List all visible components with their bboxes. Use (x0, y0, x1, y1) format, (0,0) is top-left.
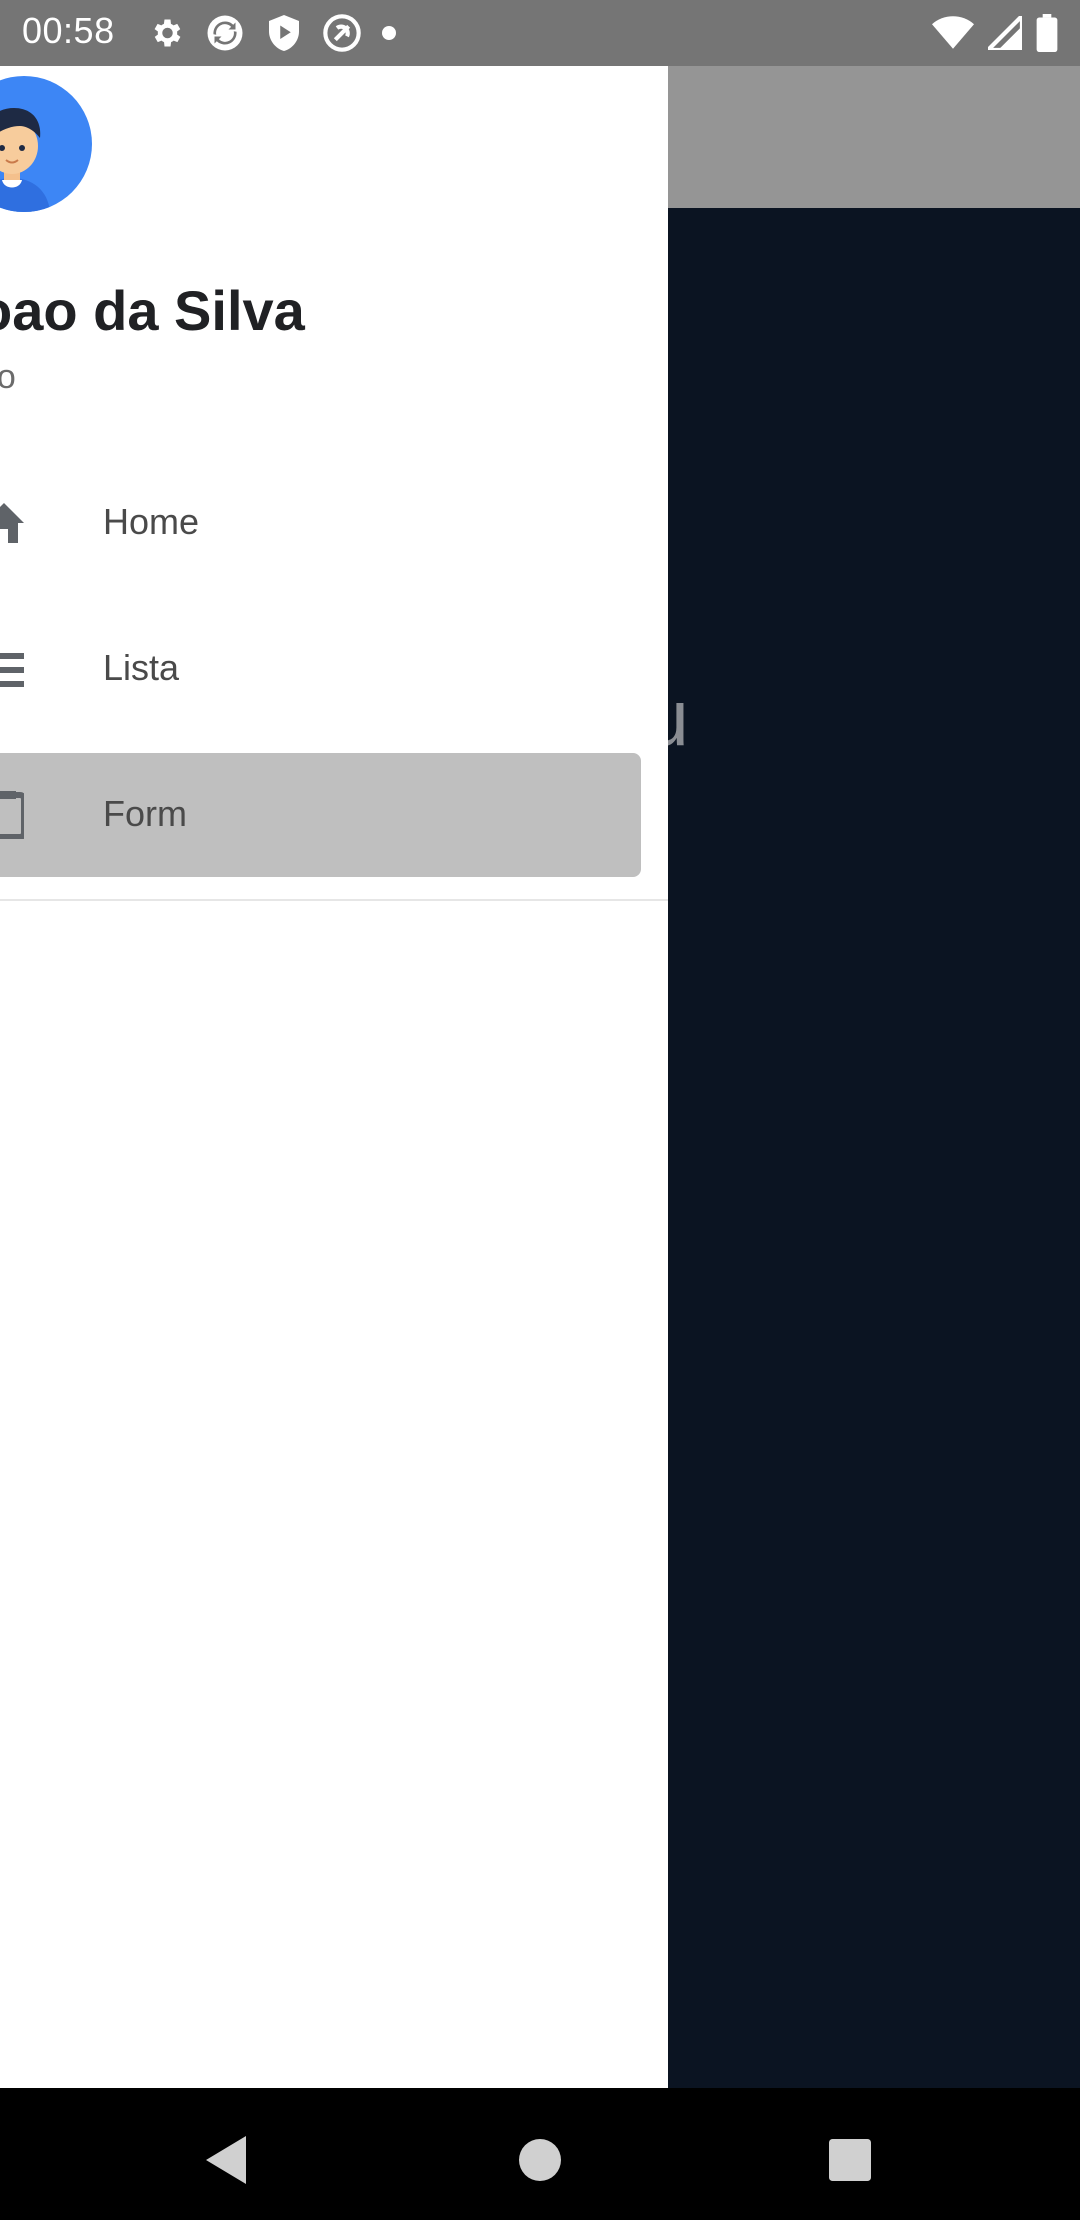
gear-icon (148, 15, 184, 51)
status-system-icons (932, 12, 1058, 54)
shield-play-icon (266, 13, 302, 53)
at-sign-icon (322, 13, 362, 53)
form-icon (0, 791, 27, 840)
drawer-item-lista[interactable]: Lista (0, 607, 641, 731)
user-handle: ao (0, 358, 16, 396)
user-avatar-icon[interactable] (0, 76, 92, 212)
recents-icon[interactable] (820, 2130, 880, 2190)
drawer-item-label: Lista (103, 647, 180, 688)
system-nav-bar (0, 2088, 1080, 2220)
list-icon (0, 645, 28, 693)
status-bar: 00:58 (0, 0, 1080, 66)
navigation-drawer: oao da Silva ao Home Lista Form (0, 66, 668, 2088)
wifi-icon (932, 16, 974, 50)
dot-icon (382, 26, 396, 40)
drawer-item-home[interactable]: Home (0, 461, 641, 585)
battery-icon (1036, 14, 1058, 52)
status-notification-icons (148, 12, 396, 54)
drawer-item-form[interactable]: Form (0, 753, 641, 877)
home-circle-icon[interactable] (510, 2130, 570, 2190)
user-name: oao da Silva (0, 279, 305, 342)
home-icon (0, 499, 24, 547)
sync-icon (204, 12, 246, 54)
drawer-item-label: Form (103, 793, 187, 834)
drawer-divider (0, 899, 668, 901)
back-icon[interactable] (196, 2130, 256, 2190)
status-time: 00:58 (22, 10, 115, 51)
drawer-item-label: Home (103, 501, 200, 542)
cell-signal-icon (988, 16, 1022, 50)
